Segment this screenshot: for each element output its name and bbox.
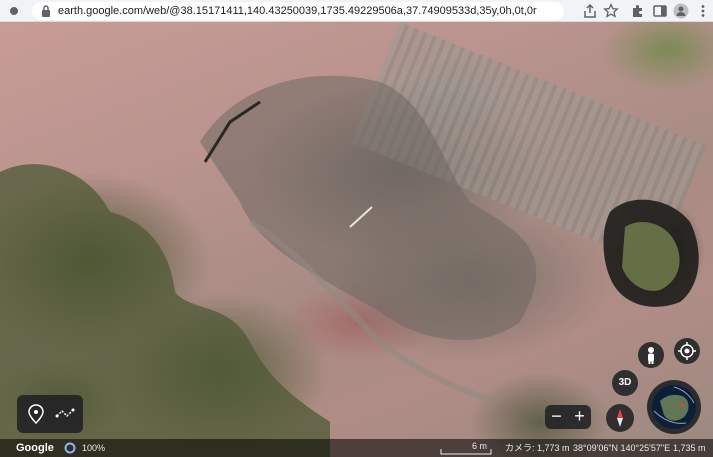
street-view-pegman-button[interactable] (638, 342, 664, 368)
browser-toolbar: earth.google.com/web/@38.15171411,140.43… (0, 0, 713, 22)
coordinates-readout: 38°09'06"N 140°25'57"E (573, 443, 671, 453)
zoom-controls: − + (545, 405, 591, 429)
side-panel-icon[interactable] (652, 3, 668, 19)
my-location-button[interactable] (674, 338, 700, 364)
my-location-icon (678, 342, 696, 360)
url-text[interactable]: earth.google.com/web/@38.15171411,140.43… (58, 3, 558, 19)
zoom-out-button[interactable]: − (545, 405, 568, 429)
toggle-3d-button[interactable]: 3D (612, 370, 638, 396)
satellite-map-view[interactable]: 3D − + Google 100% 6 m カメラ: 1,773 m 38°0… (0, 22, 713, 457)
elevation-readout: 1,735 m (673, 443, 706, 453)
lock-icon[interactable] (40, 4, 52, 18)
status-footer: Google 100% 6 m カメラ: 1,773 m 38°09'06"N … (0, 439, 713, 457)
scale-label: 6 m (472, 441, 488, 451)
camera-altitude: カメラ: 1,773 m (505, 443, 570, 453)
profile-avatar-icon[interactable] (673, 3, 689, 19)
globe-icon (647, 380, 701, 434)
compass-button[interactable] (606, 404, 634, 432)
compass-needle-icon (617, 409, 623, 427)
path-measure-icon[interactable] (55, 406, 75, 422)
share-icon[interactable] (582, 3, 598, 19)
map-terrain-detail (0, 75, 699, 457)
tab-strip-icon[interactable] (6, 3, 22, 19)
place-marker-icon[interactable] (27, 404, 45, 424)
load-percent: 100% (82, 443, 106, 453)
bookmark-star-icon[interactable] (603, 3, 619, 19)
extensions-puzzle-icon[interactable] (630, 3, 646, 19)
loading-ring-icon (64, 442, 76, 454)
browser-menu-icon[interactable] (695, 3, 711, 19)
pegman-icon (648, 347, 654, 364)
map-tools-panel (17, 395, 83, 433)
google-logo: Google (16, 442, 54, 454)
zoom-in-button[interactable]: + (568, 405, 591, 429)
compass-globe-widget[interactable] (646, 379, 702, 435)
